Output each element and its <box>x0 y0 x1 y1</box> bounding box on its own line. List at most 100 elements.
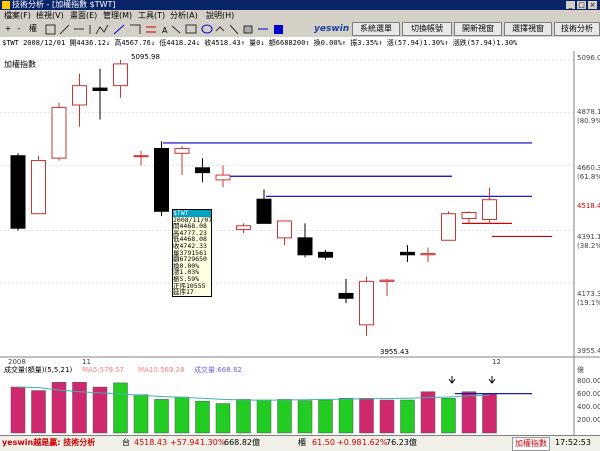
volume-bar <box>256 399 272 434</box>
menu-file[interactable]: 檔案(F) <box>4 11 31 21</box>
high-annotation: 5095.98 <box>131 53 160 61</box>
candle-body[interactable] <box>420 253 436 256</box>
clock: 17:52:53 <box>555 438 591 447</box>
candle-body[interactable] <box>482 199 497 221</box>
volume-bar <box>400 399 415 434</box>
tooltip-line: 正序10555 <box>173 282 206 290</box>
arrow-tool-icon <box>171 25 181 34</box>
candle-body[interactable] <box>461 211 477 220</box>
select-window-button[interactable]: 選擇視窗 <box>504 22 552 36</box>
menu-manage[interactable]: 管理(M) <box>103 11 132 21</box>
price-chart[interactable]: 加權指數 5096.0 4878.1 (80.9%) 4660.3 (61.8%… <box>0 37 600 435</box>
candle-body[interactable] <box>318 251 333 258</box>
minimize-button[interactable]: _ <box>566 1 575 9</box>
index-value: 4518.43 <box>134 438 168 447</box>
candle-body[interactable] <box>379 279 395 282</box>
tooltip-line: 換0.00% <box>173 262 200 270</box>
candle-body[interactable] <box>215 174 231 181</box>
drawing-tools: A <box>45 24 283 35</box>
volume-bar <box>236 399 251 434</box>
volume-value-legend: 成交量:668.82 <box>194 365 242 374</box>
candle-body[interactable] <box>195 167 210 174</box>
volume-legend: 成交量(額量)(5,5,21) <box>4 365 72 374</box>
channel-tool-icon <box>130 24 141 34</box>
tooltip-line: 延序17 <box>173 289 194 296</box>
brand-logo: yeswin <box>314 24 350 34</box>
status-bar: yeswin越是贏: 技術分析 台 4518.43 +57.94 1.30% 6… <box>0 435 600 451</box>
menu-help[interactable]: 說明(H) <box>206 11 234 21</box>
candle-tooltip: $TWT 2008/11/07 開4468.08 高4777.23 低4468.… <box>172 209 212 297</box>
polyline-tool-icon <box>95 24 109 35</box>
price-tick: 4173.3 <box>577 290 600 298</box>
close-button[interactable]: × <box>588 1 597 9</box>
volume-tick: 200.00 <box>577 416 600 424</box>
line-tool-icon <box>59 24 70 35</box>
candle-body[interactable] <box>31 160 46 215</box>
app-icon <box>2 1 10 9</box>
candle-body[interactable] <box>359 280 374 326</box>
candle-body[interactable] <box>236 225 251 230</box>
candle-body[interactable] <box>277 220 292 239</box>
candle-body[interactable] <box>92 87 108 91</box>
otc-amount: 76.23億 <box>386 438 417 447</box>
volume-bar <box>92 386 108 434</box>
ma5-legend: MA5:579.57 <box>82 366 124 374</box>
price-tick: (61.8%) <box>577 173 600 181</box>
new-window-button[interactable]: 開新視窗 <box>454 22 502 36</box>
date-label: 11 <box>82 358 91 366</box>
candle-body[interactable] <box>297 237 313 256</box>
arrow-down-icon <box>448 376 456 384</box>
candle-body[interactable] <box>133 155 149 158</box>
volume-bar <box>31 390 46 434</box>
candle-body[interactable] <box>51 106 67 159</box>
candle-body[interactable] <box>256 198 272 224</box>
ellipse-tool-icon <box>201 24 213 34</box>
volume-bar <box>277 399 292 434</box>
volume-bar <box>338 397 354 434</box>
price-tick: 5096.0 <box>577 54 600 62</box>
trend-tool-icon <box>113 24 125 35</box>
volume-bar <box>215 403 231 434</box>
candle-body[interactable] <box>154 147 169 212</box>
menu-screen[interactable]: 畫面(E) <box>70 11 97 21</box>
volume-bar <box>359 397 374 434</box>
maximize-button[interactable]: □ <box>577 1 586 9</box>
zoom-out-button[interactable]: - <box>14 23 24 35</box>
rights-button[interactable]: 權 <box>26 23 40 35</box>
price-tick: (80.9%) <box>577 117 600 125</box>
candle-body[interactable] <box>174 147 190 154</box>
otc-label: 櫃 <box>298 438 306 447</box>
candle-body[interactable] <box>400 251 415 256</box>
menu-view[interactable]: 檢視(V) <box>36 11 64 21</box>
menu-tools[interactable]: 工具(T) <box>138 11 165 21</box>
volume-bar <box>441 397 456 434</box>
text-tool-icon: A <box>162 26 168 35</box>
gann-tool-icon <box>229 24 239 35</box>
tooltip-line: 振5.59% <box>173 275 200 283</box>
candle-body[interactable] <box>441 213 456 241</box>
window-title: 技術分析 - [加權指數 $TWT] <box>12 0 116 9</box>
volume-bar <box>379 399 395 434</box>
tooltip-line: 額6729650 <box>173 256 207 263</box>
menu-analysis[interactable]: 分析(A) <box>170 11 198 21</box>
volume-bar <box>133 394 149 434</box>
volume-bar <box>10 386 26 434</box>
tooltip-symbol: $TWT <box>173 210 211 217</box>
candle-body[interactable] <box>113 63 128 87</box>
candle-body[interactable] <box>338 292 354 299</box>
zoom-in-button[interactable]: + <box>3 23 13 35</box>
technical-analysis-button[interactable]: 技術分析 <box>554 22 600 36</box>
tooltip-line: 低4468.08 <box>173 236 207 243</box>
candle-body[interactable] <box>10 155 26 229</box>
dropdown-icon <box>215 26 225 32</box>
volume-ma-line <box>17 386 490 401</box>
candle-body[interactable] <box>72 85 87 106</box>
menu-bar: 檔案(F) 檢視(V) 畫面(E) 管理(M) 工具(T) 分析(A) 說明(H… <box>0 10 600 22</box>
price-tick: 3955.4 <box>577 347 600 355</box>
status-brand: yeswin越是贏: 技術分析 <box>2 438 96 447</box>
switch-account-button[interactable]: 切換帳號 <box>402 22 452 36</box>
volume-bar <box>461 391 477 434</box>
save-icon <box>274 25 283 34</box>
system-menu-button[interactable]: 系統選單 <box>352 22 400 36</box>
tab-weighted-index[interactable]: 加權指數 <box>512 437 550 451</box>
